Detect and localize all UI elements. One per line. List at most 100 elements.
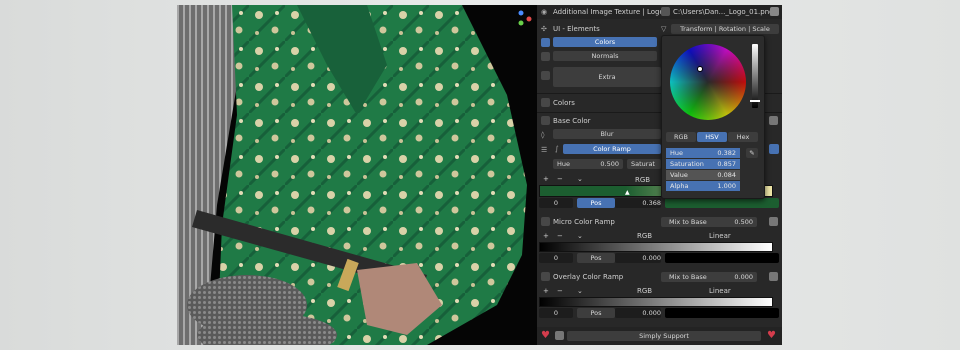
texture-label: Additional Image Texture | Logo (553, 8, 664, 16)
overlay-mix-field[interactable]: Mix to Base 0.000 (661, 272, 757, 282)
grid-icon (541, 272, 550, 281)
micro-mix-value: 0.500 (734, 218, 753, 226)
micro-mode-select[interactable]: RGB (637, 231, 652, 241)
transform-button[interactable]: Transform | Rotation | Scale (671, 24, 779, 34)
overlay-ramp-header: Overlay Color Ramp Mix to Base 0.000 (537, 270, 782, 284)
ui-elements-header: ✣ UI - Elements ▽ Transform | Rotation |… (537, 22, 782, 36)
image-icon (541, 116, 550, 125)
file-browse-icon[interactable] (770, 7, 779, 16)
texture-row: ◉ Additional Image Texture | Logo C:\Use… (537, 5, 782, 19)
micro-pos-value[interactable]: 0.000 (615, 253, 661, 263)
pos-value[interactable]: 0.368 (615, 198, 661, 208)
chevron-down-icon[interactable]: ⌄ (577, 174, 583, 184)
micro-ramp-title: Micro Color Ramp (553, 218, 615, 226)
support-icon (555, 331, 564, 340)
stop-color-swatch[interactable] (665, 198, 779, 208)
colors-section-title: Colors (553, 99, 575, 107)
field-value: 1.000 (717, 182, 736, 190)
saturation-input[interactable]: Saturation 0.857 (666, 159, 740, 169)
color-picker-popup: RGB HSV Hex Hue 0.382 Saturation 0.857 V… (661, 35, 765, 199)
overlay-interp-select[interactable]: Linear (709, 286, 731, 296)
field-value: 0.084 (717, 171, 736, 179)
normals-tab-button[interactable]: Normals (553, 51, 657, 61)
normals-icon (541, 52, 550, 61)
colors-tab-button[interactable]: Colors (553, 37, 657, 47)
expand-icon[interactable] (769, 116, 778, 125)
field-label: Saturation (670, 160, 704, 168)
overlay-pos-value[interactable]: 0.000 (615, 308, 661, 318)
micro-stop-swatch[interactable] (665, 253, 779, 263)
interp-select[interactable]: RGB (635, 175, 650, 185)
ui-elements-title: UI - Elements (553, 25, 600, 33)
field-label: Hue (670, 149, 684, 157)
heart-icon: ♥ (541, 330, 550, 341)
palette-icon (541, 98, 550, 107)
grid-icon (541, 217, 550, 226)
footer: ♥ Simply Support ♥ (537, 327, 782, 345)
ramp-stop-marker[interactable]: ▲ (625, 188, 630, 198)
funnel-icon: ▽ (661, 25, 667, 33)
saturation-field[interactable]: Saturat (627, 159, 661, 169)
tab-hsv[interactable]: HSV (697, 132, 727, 142)
render-image (177, 5, 537, 345)
expand-icon[interactable] (769, 217, 778, 226)
remove-stop-icon[interactable]: − (557, 174, 563, 184)
extra-tab-button[interactable]: Extra (553, 67, 661, 87)
tab-rgb[interactable]: RGB (666, 132, 696, 142)
app-frame: ◉ Additional Image Texture | Logo C:\Use… (177, 5, 782, 345)
drop-icon: ◊ (541, 131, 545, 139)
chevron-down-icon[interactable]: ⌄ (577, 231, 583, 241)
add-stop-icon[interactable]: + (543, 286, 549, 296)
eye-icon[interactable]: ◉ (541, 7, 547, 17)
saturation-label: Saturat (631, 160, 655, 168)
overlay-mode-select[interactable]: RGB (637, 286, 652, 296)
overlay-stop-swatch[interactable] (665, 308, 779, 318)
hue-value: 0.500 (600, 160, 619, 168)
hue-input[interactable]: Hue 0.382 (666, 148, 740, 158)
value-input[interactable]: Value 0.084 (666, 170, 740, 180)
micro-mix-field[interactable]: Mix to Base 0.500 (661, 217, 757, 227)
micro-mix-label: Mix to Base (669, 218, 707, 226)
colors-icon (541, 38, 550, 47)
field-label: Value (670, 171, 688, 179)
color-ramp-button[interactable]: Color Ramp (563, 144, 661, 154)
simply-support-button[interactable]: Simply Support (567, 331, 761, 341)
tab-hex[interactable]: Hex (728, 132, 758, 142)
remove-stop-icon[interactable]: − (557, 286, 563, 296)
list-icon: ☰ (541, 146, 548, 154)
extra-icon (541, 71, 550, 80)
overlay-mix-label: Mix to Base (669, 273, 707, 281)
micro-color-ramp[interactable] (539, 242, 773, 252)
blur-button[interactable]: Blur (553, 129, 661, 139)
field-value: 0.382 (717, 149, 736, 157)
field-value: 0.857 (717, 160, 736, 168)
value-slider-handle[interactable] (750, 100, 760, 102)
wheel-cursor[interactable] (697, 66, 703, 72)
add-stop-icon[interactable]: + (543, 174, 549, 184)
image-icon (661, 7, 670, 16)
micro-interp-select[interactable]: Linear (709, 231, 731, 241)
overlay-pos-label: Pos (577, 308, 615, 318)
micro-ramp-header: Micro Color Ramp Mix to Base 0.500 (537, 215, 782, 229)
expand-icon[interactable] (769, 272, 778, 281)
remove-stop-icon[interactable]: − (557, 231, 563, 241)
crossed-arrows-icon: ✣ (541, 25, 547, 33)
micro-pos-label: Pos (577, 253, 615, 263)
hue-label: Hue (557, 160, 571, 168)
overlay-ramp-title: Overlay Color Ramp (553, 273, 624, 281)
alpha-input[interactable]: Alpha 1.000 (666, 181, 740, 191)
eyedropper-icon[interactable]: ✎ (746, 148, 758, 158)
color-ramp-end[interactable] (769, 144, 779, 154)
chevron-down-icon[interactable]: ⌄ (577, 286, 583, 296)
stop-index-field[interactable]: 0 (539, 198, 573, 208)
micro-stop-index[interactable]: 0 (539, 253, 573, 263)
pos-label: Pos (577, 198, 615, 208)
viewport-3d[interactable] (177, 5, 537, 345)
overlay-stop-index[interactable]: 0 (539, 308, 573, 318)
hsv-color-wheel[interactable] (670, 44, 746, 120)
value-slider[interactable] (752, 44, 758, 108)
hue-field[interactable]: Hue 0.500 (553, 159, 623, 169)
texture-file-path[interactable]: C:\Users\Dan..._Logo_01.png (673, 7, 774, 17)
overlay-color-ramp[interactable] (539, 297, 773, 307)
add-stop-icon[interactable]: + (543, 231, 549, 241)
